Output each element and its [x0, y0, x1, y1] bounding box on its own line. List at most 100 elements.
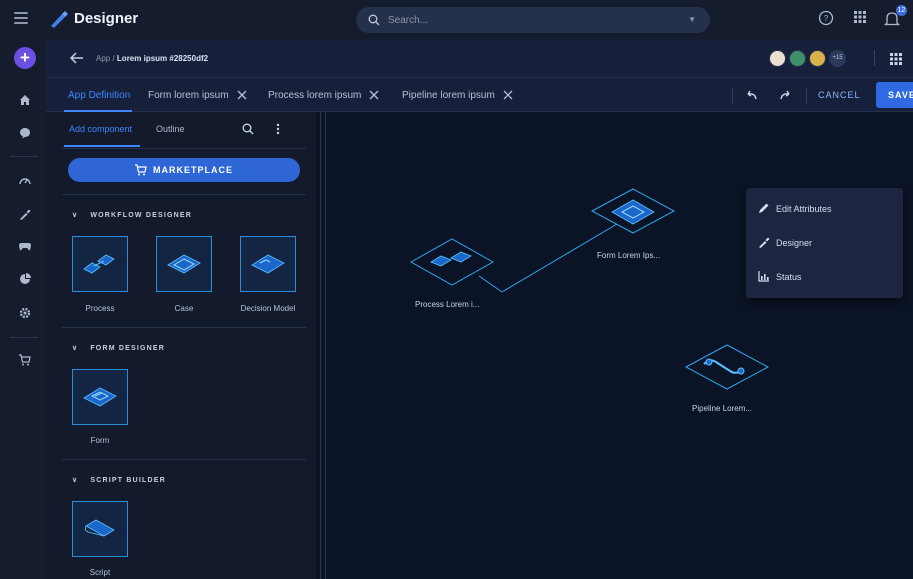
search-input[interactable] [388, 14, 668, 26]
marketplace-label: MARKETPLACE [153, 165, 233, 175]
marketplace-button[interactable]: MARKETPLACE [68, 158, 300, 182]
designer-logo-icon [51, 11, 68, 28]
menu-item-label: Designer [776, 238, 813, 248]
menu-item-status[interactable]: Status [746, 263, 903, 291]
avatar[interactable] [769, 50, 786, 67]
component-label: Process [85, 304, 115, 313]
help-icon[interactable]: ? [818, 10, 834, 26]
tab-outline[interactable]: Outline [156, 124, 185, 134]
breadcrumb-parent[interactable]: App / [96, 54, 115, 63]
section-form-designer[interactable]: ∨ FORM DESIGNER [72, 344, 165, 352]
settings-gear-icon[interactable] [19, 307, 31, 319]
component-label: Case [174, 304, 194, 313]
node-label: Process Lorem i... [415, 300, 480, 309]
chat-icon[interactable] [19, 127, 31, 139]
component-label: Decision Model [240, 304, 296, 313]
search-icon [368, 14, 380, 26]
active-panel-tab-indicator [64, 145, 140, 147]
tab-label: App Definition [68, 89, 131, 101]
panel-tabs: Add component Outline [46, 112, 316, 148]
avatar[interactable] [809, 50, 826, 67]
node-label: Form Lorem Ips... [597, 251, 661, 260]
collaborator-avatars[interactable]: +15 [769, 50, 846, 67]
menu-item-designer[interactable]: Designer [746, 229, 903, 257]
section-workflow-designer[interactable]: ∨ WORKFLOW DESIGNER [72, 211, 192, 219]
script-icon [84, 519, 115, 537]
node-label: Pipeline Lorem... [692, 404, 753, 413]
close-icon[interactable] [369, 90, 379, 100]
component-form[interactable] [72, 369, 128, 425]
process-icon [83, 254, 115, 274]
panel-divider [62, 327, 306, 328]
tab-pipeline[interactable]: Pipeline lorem ipsum [402, 78, 513, 112]
apps-grid-icon[interactable] [853, 10, 867, 24]
canvas-graph [409, 188, 770, 390]
bar-chart-icon [758, 271, 769, 282]
gamepad-icon[interactable] [19, 240, 31, 252]
panel-divider [62, 459, 306, 460]
node-pipeline[interactable] [684, 344, 770, 390]
more-avatars-badge[interactable]: +15 [829, 50, 846, 67]
designer-brush-icon [759, 237, 770, 248]
nav-rail: + [0, 40, 46, 579]
component-case[interactable] [156, 236, 212, 292]
tab-process[interactable]: Process lorem ipsum [268, 78, 379, 112]
menu-item-edit-attributes[interactable]: Edit Attributes [746, 195, 903, 223]
pencil-icon [759, 203, 769, 213]
chevron-down-icon: ∨ [72, 345, 79, 352]
search-bar[interactable]: ▼ [356, 7, 710, 33]
decision-model-icon [251, 254, 285, 274]
tab-label: Pipeline lorem ipsum [402, 89, 495, 101]
close-icon[interactable] [237, 90, 247, 100]
dashboard-gauge-icon[interactable] [19, 175, 31, 187]
tab-add-component[interactable]: Add component [69, 124, 132, 134]
search-icon[interactable] [242, 123, 254, 135]
chevron-down-icon: ∨ [72, 477, 79, 484]
more-options-icon[interactable] [276, 123, 280, 135]
app-title: Designer [74, 10, 139, 27]
component-script[interactable] [72, 501, 128, 557]
node-process[interactable] [409, 238, 495, 286]
section-title: WORKFLOW DESIGNER [90, 212, 193, 219]
avatar[interactable] [789, 50, 806, 67]
search-dropdown-icon[interactable]: ▼ [688, 15, 696, 24]
component-label: Script [89, 568, 111, 577]
section-title: FORM DESIGNER [90, 345, 166, 352]
close-icon[interactable] [503, 90, 513, 100]
cart-icon [135, 164, 147, 176]
top-bar: Designer ▼ ? 12 [0, 0, 913, 40]
notification-badge: 12 [896, 5, 907, 16]
back-arrow-icon[interactable] [70, 52, 84, 64]
panel-divider [62, 148, 306, 149]
tab-label: Process lorem ipsum [268, 89, 362, 101]
design-canvas[interactable]: Process Lorem i... Form Lorem Ips... Pip… [327, 112, 913, 579]
grid-view-icon[interactable] [890, 53, 902, 65]
tab-form[interactable]: Form lorem ipsum [148, 78, 247, 112]
header-divider [874, 50, 875, 66]
component-decision-model[interactable] [240, 236, 296, 292]
tab-app-definition[interactable]: App Definition [68, 78, 130, 112]
pie-chart-icon[interactable] [19, 273, 31, 285]
component-panel: Add component Outline MARKETPLACE ∨ WORKF… [46, 112, 316, 579]
cancel-button[interactable]: CANCEL [818, 87, 861, 103]
save-button[interactable]: SAVE [876, 82, 913, 108]
undo-icon[interactable] [744, 90, 758, 100]
component-process[interactable] [72, 236, 128, 292]
panel-resize-handle[interactable] [320, 112, 326, 579]
breadcrumb-current: Lorem ipsum #28250df2 [116, 54, 209, 63]
form-icon [83, 387, 117, 407]
menu-icon[interactable] [14, 12, 28, 24]
node-form[interactable] [590, 188, 676, 234]
cart-icon[interactable] [19, 354, 31, 366]
context-menu: Edit Attributes Designer Status [746, 188, 903, 298]
designer-brush-icon[interactable] [19, 208, 31, 220]
menu-item-label: Status [776, 272, 802, 282]
rail-divider [10, 337, 38, 338]
panel-divider [62, 194, 306, 195]
create-new-button[interactable]: + [14, 47, 36, 69]
section-script-builder[interactable]: ∨ SCRIPT BUILDER [72, 476, 166, 484]
redo-icon[interactable] [779, 90, 793, 100]
home-icon[interactable] [19, 94, 31, 106]
tab-label: Form lorem ipsum [148, 89, 229, 101]
svg-text:?: ? [824, 14, 829, 23]
